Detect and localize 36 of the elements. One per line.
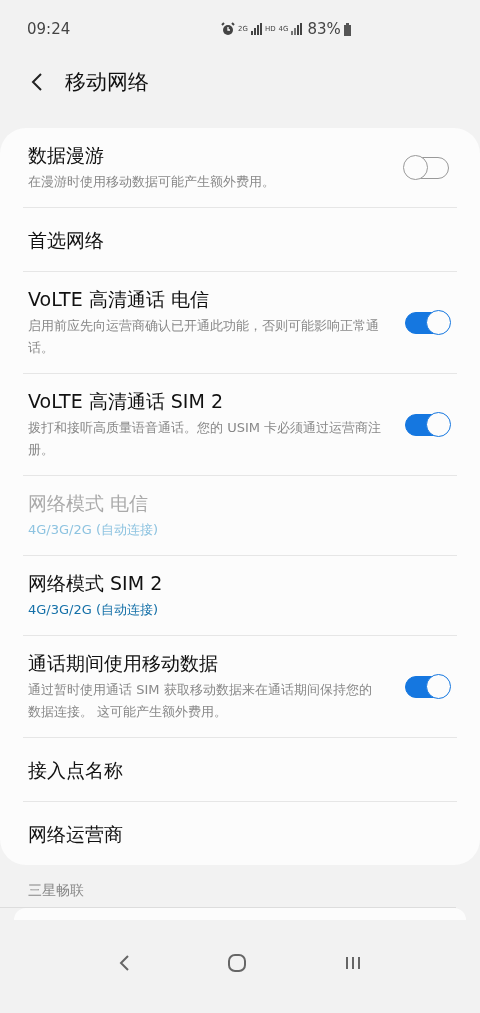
toggle-switch[interactable] — [405, 311, 449, 334]
setting-row[interactable]: VoLTE 高清通话 SIM 2 拨打和接听高质量语音通话。您的 USIM 卡必须通过运营商注册。 — [0, 374, 480, 475]
battery-icon — [343, 22, 351, 36]
setting-value: 4G/3G/2G (自动连接) — [28, 601, 160, 619]
alarm-clock-icon — [221, 22, 235, 36]
setting-description: 在漫游时使用移动数据可能产生额外费用。 — [28, 173, 276, 191]
setting-row[interactable]: 网络模式 SIM 2 4G/3G/2G (自动连接) — [0, 556, 480, 635]
toggle-switch[interactable] — [405, 413, 449, 436]
setting-row[interactable]: VoLTE 高清通话 电信 启用前应先向运营商确认已开通此功能，否则可能影响正常通话。 — [0, 272, 480, 373]
setting-description: 拨打和接听高质量语音通话。您的 USIM 卡必须通过运营商注册。 — [28, 419, 383, 459]
setting-row[interactable]: 通话期间使用移动数据 通过暂时使用通话 SIM 获取移动数据来在通话期间保持您的数据连接。 这可能产生额外费用。 — [0, 636, 480, 737]
setting-title: 首选网络 — [28, 227, 105, 253]
setting-title: 数据漫游 — [28, 143, 105, 168]
status-time: 09:24 — [27, 20, 72, 38]
setting-row[interactable]: 网络运营商 — [0, 802, 480, 865]
toggle-switch[interactable] — [405, 156, 449, 179]
toggle-switch[interactable] — [405, 675, 449, 698]
setting-description: 启用前应先向运营商确认已开通此功能，否则可能影响正常通话。 — [28, 317, 380, 357]
battery-percentage: 83% — [307, 20, 341, 38]
page-title: 移动网络 — [65, 69, 149, 96]
signal-icon — [250, 23, 262, 35]
signal-icon — [291, 23, 303, 35]
setting-title: 接入点名称 — [28, 757, 124, 783]
setting-title: 网络运营商 — [28, 821, 124, 847]
setting-title: VoLTE 高清通话 SIM 2 — [28, 389, 224, 414]
setting-title: 网络模式 SIM 2 — [28, 571, 164, 596]
back-icon[interactable] — [31, 72, 43, 92]
setting-description: 通过暂时使用通话 SIM 获取移动数据来在通话期间保持您的数据连接。 这可能产生额外费用。 — [28, 681, 373, 721]
setting-title: VoLTE 高清通话 电信 — [28, 287, 210, 312]
setting-row[interactable]: 接入点名称 — [0, 738, 480, 801]
setting-row[interactable]: 数据漫游 在漫游时使用移动数据可能产生额外费用。 — [0, 128, 480, 207]
setting-value: 4G/3G/2G (自动连接) — [28, 521, 160, 539]
home-icon[interactable] — [227, 952, 247, 973]
setting-row[interactable]: 首选网络 — [0, 208, 480, 271]
setting-title: 网络模式 电信 — [28, 491, 150, 516]
setting-title: 通话期间使用移动数据 — [28, 651, 219, 676]
